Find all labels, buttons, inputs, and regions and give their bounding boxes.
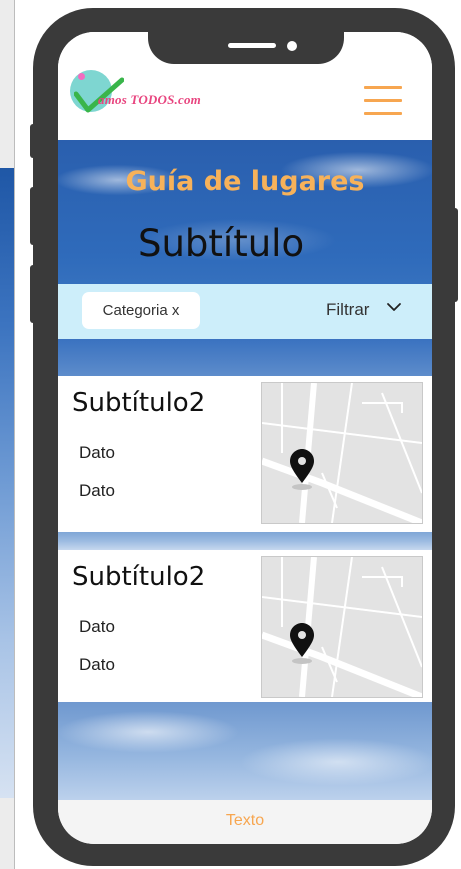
background-panel — [0, 0, 15, 869]
map-icon — [262, 383, 422, 523]
page-title: Guía de lugares — [125, 166, 365, 197]
map-thumbnail[interactable] — [261, 556, 423, 698]
hero-sky-strip — [58, 339, 432, 376]
card-data: Dato — [79, 481, 115, 500]
card-title: Subtítulo2 — [72, 562, 206, 592]
page-subtitle: Subtítulo — [138, 222, 305, 265]
chevron-down-icon[interactable] — [386, 299, 402, 315]
card-data: Dato — [79, 655, 115, 674]
card-data: Dato — [79, 443, 115, 462]
phone-notch — [148, 32, 344, 64]
map-icon — [262, 557, 422, 697]
footer-text[interactable]: Texto — [58, 812, 432, 830]
camera-icon — [287, 41, 297, 51]
card-data: Dato — [79, 617, 115, 636]
phone-side-button — [452, 208, 458, 302]
sky-separator — [58, 532, 432, 550]
card-title: Subtítulo2 — [72, 388, 206, 418]
background-sky-image — [0, 168, 14, 798]
place-card[interactable]: Subtítulo2 Dato Dato — [58, 376, 432, 532]
phone-side-button — [30, 265, 36, 323]
hamburger-menu-icon[interactable] — [364, 86, 402, 116]
phone-side-button — [30, 124, 36, 158]
category-chip[interactable]: Categoria x — [82, 292, 200, 329]
background-sky-image — [58, 702, 432, 800]
map-thumbnail[interactable] — [261, 382, 423, 524]
place-card[interactable]: Subtítulo2 Dato Dato — [58, 550, 432, 706]
phone-side-button — [30, 187, 36, 245]
speaker-icon — [228, 43, 276, 48]
filter-dropdown[interactable]: Filtrar — [326, 300, 369, 320]
phone-screen: amos TODOS.com Guía de lugares Subtítulo… — [58, 32, 432, 844]
logo-text[interactable]: amos TODOS.com — [98, 92, 201, 108]
